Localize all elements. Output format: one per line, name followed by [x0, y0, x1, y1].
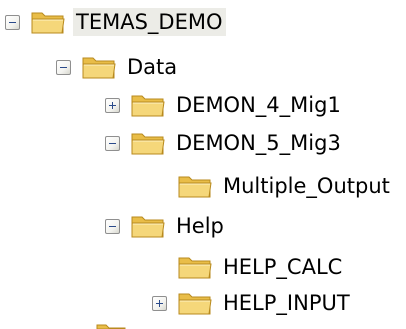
minus-icon	[109, 225, 116, 227]
tree-node-label[interactable]: Multiple_Output	[220, 172, 393, 200]
tree-node-help-calc[interactable]: HELP_CALC	[177, 249, 345, 285]
tree-node-data[interactable]: Data	[56, 49, 180, 85]
tree-node-label[interactable]: TEMAS_DEMO	[73, 8, 226, 36]
collapse-toggle[interactable]	[5, 14, 20, 30]
folder-icon	[131, 216, 165, 238]
folder-icon	[178, 176, 212, 198]
minus-icon	[9, 21, 16, 23]
folder-icon	[178, 257, 212, 279]
collapse-toggle[interactable]	[56, 59, 71, 75]
tree-node-label[interactable]: Data	[124, 53, 180, 81]
folder-icon	[131, 133, 165, 155]
collapse-toggle[interactable]	[105, 218, 120, 234]
folder-icon	[96, 324, 126, 329]
folder-tree: TEMAS_DEMO Data DEMON_4_Mig1 DEMON_5_Mig…	[0, 0, 406, 329]
tree-node-temas-demo[interactable]: TEMAS_DEMO	[5, 4, 226, 40]
folder-icon	[131, 95, 165, 117]
expand-toggle[interactable]	[152, 295, 167, 311]
plus-icon	[156, 299, 163, 307]
tree-node-help-input[interactable]: HELP_INPUT	[152, 285, 353, 321]
tree-node-label[interactable]: DEMON_5_Mig3	[173, 129, 344, 157]
tree-node-demon-4-mig1[interactable]: DEMON_4_Mig1	[105, 87, 344, 123]
tree-node-help[interactable]: Help	[105, 208, 227, 244]
tree-node-label[interactable]: DEMON_4_Mig1	[173, 91, 344, 119]
tree-node-label[interactable]: Help	[173, 212, 227, 240]
plus-icon	[109, 101, 116, 109]
folder-icon	[82, 57, 116, 79]
minus-icon	[60, 66, 67, 68]
expand-toggle[interactable]	[105, 97, 120, 113]
tree-node-demon-5-mig3[interactable]: DEMON_5_Mig3	[105, 125, 344, 161]
tree-node-label[interactable]: HELP_CALC	[220, 253, 345, 281]
tree-node-multiple-output[interactable]: Multiple_Output	[177, 168, 393, 204]
tree-node-label[interactable]: HELP_INPUT	[220, 289, 353, 317]
folder-icon	[178, 293, 212, 315]
folder-icon	[31, 12, 65, 34]
collapse-toggle[interactable]	[105, 135, 120, 151]
minus-icon	[109, 142, 116, 144]
